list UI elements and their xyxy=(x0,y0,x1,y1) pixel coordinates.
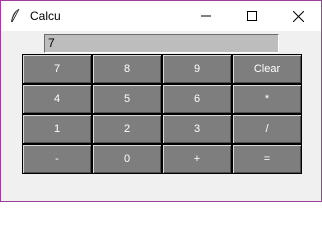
display-entry[interactable]: 7 xyxy=(44,34,279,53)
key-0[interactable]: 0 xyxy=(92,144,162,174)
minimize-button[interactable] xyxy=(183,1,229,31)
maximize-icon xyxy=(247,11,257,21)
subtract-button[interactable]: - xyxy=(22,144,92,174)
key-8[interactable]: 8 xyxy=(92,54,162,84)
close-button[interactable] xyxy=(275,1,321,31)
key-5[interactable]: 5 xyxy=(92,84,162,114)
clear-button[interactable]: Clear xyxy=(232,54,302,84)
maximize-button[interactable] xyxy=(229,1,275,31)
window-title: Calcu xyxy=(30,9,61,23)
key-7[interactable]: 7 xyxy=(22,54,92,84)
close-icon xyxy=(292,10,304,22)
add-button[interactable]: + xyxy=(162,144,232,174)
key-2[interactable]: 2 xyxy=(92,114,162,144)
keypad: 7 8 9 Clear 4 5 6 * 1 2 3 / - 0 + = xyxy=(22,54,302,174)
multiply-button[interactable]: * xyxy=(232,84,302,114)
calculator-window: Calcu 7 7 8 9 Clear 4 5 6 * 1 2 3 / - 0 … xyxy=(0,0,322,202)
title-bar[interactable]: Calcu xyxy=(1,1,321,31)
equals-button[interactable]: = xyxy=(232,144,302,174)
key-1[interactable]: 1 xyxy=(22,114,92,144)
key-3[interactable]: 3 xyxy=(162,114,232,144)
feather-icon xyxy=(9,8,21,24)
key-9[interactable]: 9 xyxy=(162,54,232,84)
key-4[interactable]: 4 xyxy=(22,84,92,114)
divide-button[interactable]: / xyxy=(232,114,302,144)
minimize-icon xyxy=(201,11,211,21)
key-6[interactable]: 6 xyxy=(162,84,232,114)
